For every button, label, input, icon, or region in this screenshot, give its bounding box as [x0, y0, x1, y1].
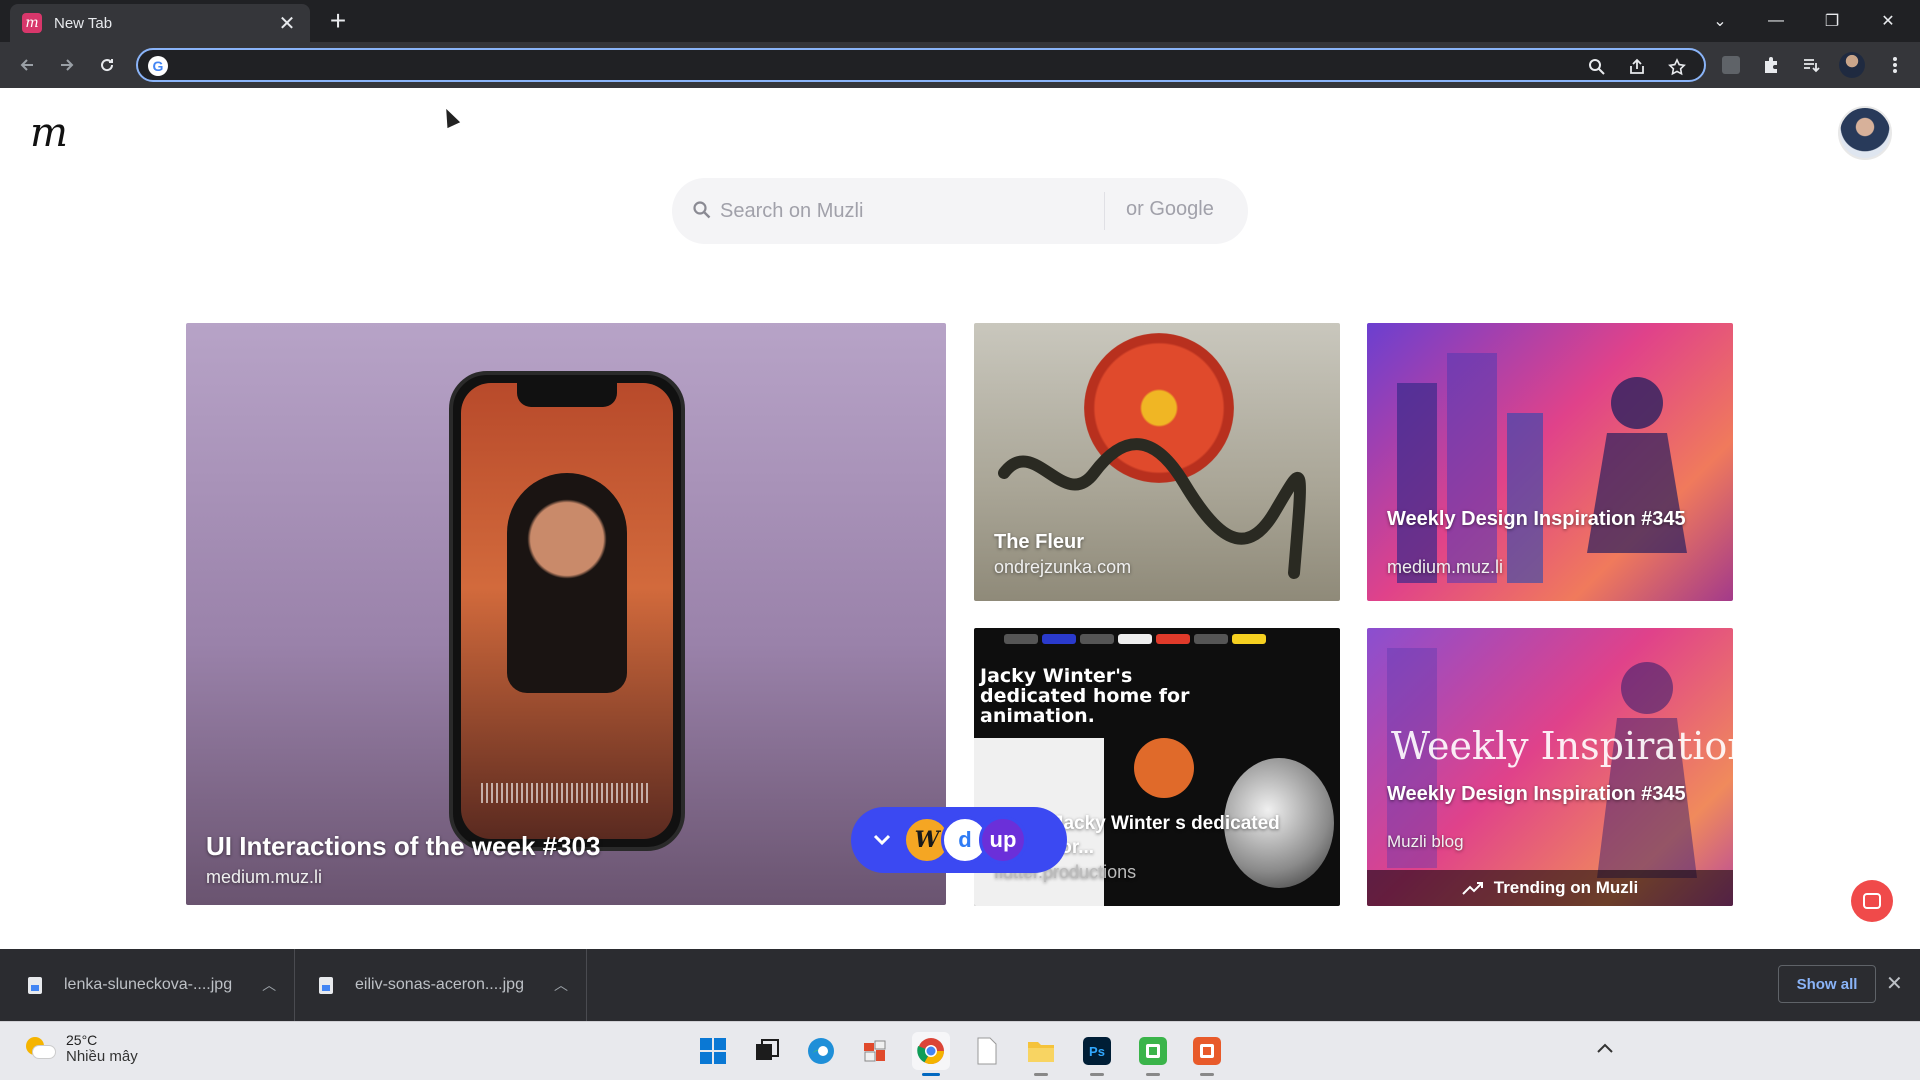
windows-taskbar: 25°C Nhiều mây Ps [0, 1021, 1920, 1080]
weather-description: Nhiều mây [66, 1048, 138, 1065]
back-arrow-icon[interactable] [12, 50, 42, 80]
floating-apps-bar: W d up [851, 807, 1067, 873]
camtasia-recorder-icon[interactable] [1188, 1032, 1226, 1076]
google-icon: G [148, 56, 168, 76]
app-up-icon[interactable]: up [979, 816, 1027, 864]
weather-widget[interactable]: 25°C Nhiều mây [24, 1032, 138, 1065]
browser-tab-bar: m New Tab ✕ + ⌄ — ❐ ✕ [0, 0, 1920, 42]
address-bar[interactable]: G [136, 48, 1706, 82]
minimize-button[interactable]: — [1748, 0, 1804, 42]
download-filename: eiliv-sonas-aceron....jpg [355, 976, 524, 993]
user-avatar[interactable] [1838, 106, 1892, 160]
edge-browser-icon[interactable] [802, 1032, 840, 1070]
trending-up-icon [1462, 882, 1483, 895]
muzli-favicon-icon: m [22, 13, 42, 33]
download-bar: lenka-sluneckova-....jpg ︿ eiliv-sonas-a… [0, 949, 1920, 1021]
card-source: ondrejzunka.com [994, 557, 1132, 577]
tab-search-icon[interactable]: ⌄ [1692, 0, 1748, 42]
card-title: Weekly Design Inspiration #345 [1387, 783, 1686, 805]
close-download-bar-icon[interactable]: ✕ [1886, 971, 1903, 996]
restore-button[interactable]: ❐ [1804, 0, 1860, 42]
weekly-inspiration-image-text: Weekly Inspiration [1391, 724, 1733, 768]
card-source: medium.muz.li [206, 867, 323, 887]
search-input[interactable] [720, 196, 1140, 226]
show-all-downloads-button[interactable]: Show all [1778, 965, 1876, 1003]
card-source: Muzli blog [1387, 832, 1464, 851]
phone-mockup-image [449, 371, 685, 851]
camtasia-icon[interactable] [1134, 1032, 1172, 1076]
card-the-fleur[interactable]: The Fleur ondrejzunka.com [974, 323, 1340, 601]
chevron-up-icon[interactable]: ︿ [554, 975, 568, 995]
tab-title: New Tab [54, 14, 113, 32]
card-weekly-design-inspiration[interactable]: Weekly Design Inspiration #345 medium.mu… [1367, 323, 1733, 601]
character-shape [1134, 738, 1194, 798]
site-nav-preview [1004, 634, 1266, 644]
card-title: The Fleur [994, 531, 1085, 553]
reload-icon[interactable] [92, 50, 122, 80]
card-source: medium.muz.li [1387, 557, 1504, 577]
trending-badge: Trending on Muzli [1367, 870, 1733, 906]
reading-list-icon[interactable] [1796, 50, 1826, 80]
muzli-logo[interactable]: m [30, 110, 68, 156]
download-item[interactable]: eiliv-sonas-aceron....jpg ︿ [295, 949, 587, 1021]
photoshop-icon[interactable]: Ps [1078, 1032, 1116, 1076]
tab-close-icon[interactable]: ✕ [276, 11, 298, 36]
notepad-file-icon[interactable] [968, 1032, 1006, 1070]
windows-start-icon[interactable] [694, 1032, 732, 1070]
file-explorer-icon[interactable] [1022, 1032, 1060, 1076]
search-divider [1104, 192, 1105, 230]
browser-toolbar: G [0, 42, 1920, 88]
new-tab-button[interactable]: + [322, 6, 354, 36]
weather-temperature: 25°C [66, 1032, 98, 1048]
photos-app-icon[interactable] [856, 1032, 894, 1070]
partly-cloudy-icon [24, 1035, 56, 1063]
search-icon [692, 200, 714, 222]
browser-menu-icon[interactable] [1880, 50, 1910, 80]
or-google-button[interactable]: or Google [1126, 198, 1214, 221]
card-title: Weekly Design Inspiration #345 [1387, 508, 1686, 530]
image-file-icon [319, 976, 333, 994]
close-window-button[interactable]: ✕ [1860, 0, 1916, 42]
tab-new-tab[interactable]: m New Tab ✕ [10, 4, 310, 42]
forward-arrow-icon[interactable] [52, 50, 82, 80]
task-view-icon[interactable] [748, 1032, 786, 1070]
address-input[interactable] [178, 54, 1578, 78]
chevron-down-icon[interactable] [867, 829, 897, 852]
muzli-new-tab-page: m or Google UI Interactions of the week … [0, 88, 1920, 949]
download-filename: lenka-sluneckova-....jpg [64, 976, 233, 993]
search-box: or Google [672, 178, 1248, 244]
chat-support-icon[interactable] [1851, 880, 1893, 922]
jacky-headline-image-text: Jacky Winter's dedicated home for animat… [980, 665, 1190, 727]
chevron-up-icon[interactable]: ︿ [262, 975, 276, 995]
system-tray-chevron-icon[interactable] [1596, 1038, 1614, 1059]
extension-square-icon[interactable] [1716, 50, 1746, 80]
mouse-cursor-icon [439, 105, 461, 129]
download-item[interactable]: lenka-sluneckova-....jpg ︿ [0, 949, 295, 1021]
share-icon[interactable] [1626, 56, 1648, 78]
card-ui-interactions[interactable]: UI Interactions of the week #303 medium.… [186, 323, 946, 905]
image-file-icon [28, 976, 42, 994]
bookmark-star-icon[interactable] [1666, 56, 1688, 78]
trending-label: Trending on Muzli [1493, 878, 1639, 897]
extensions-puzzle-icon[interactable] [1756, 50, 1786, 80]
zoom-icon[interactable] [1586, 56, 1608, 78]
chrome-browser-icon[interactable] [912, 1032, 950, 1076]
card-trending-weekly-design[interactable]: Weekly Inspiration Weekly Design Inspira… [1367, 628, 1733, 906]
card-title: UI Interactions of the week #303 [206, 831, 601, 861]
profile-avatar-small[interactable] [1839, 52, 1865, 78]
